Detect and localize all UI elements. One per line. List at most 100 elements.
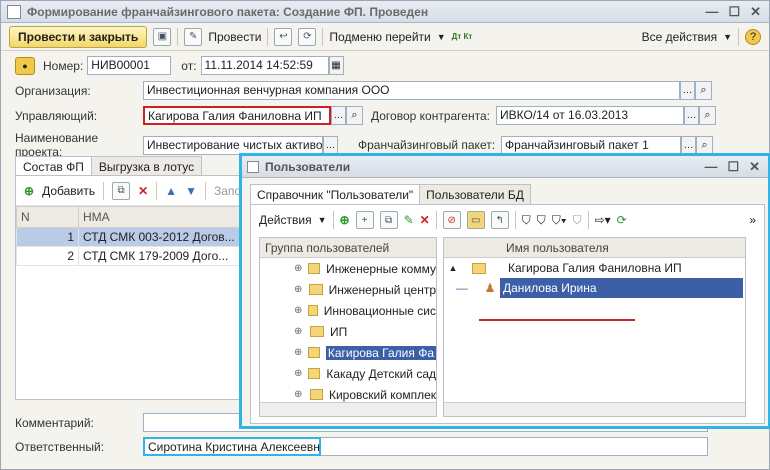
export-icon[interactable]: ⇨▾ — [595, 213, 611, 227]
tree-item[interactable]: ⊕ Инновационные сис — [260, 300, 436, 321]
close-icon[interactable]: ✕ — [749, 159, 760, 175]
expand-icon[interactable]: ⊕ — [294, 263, 302, 274]
help-icon[interactable]: ? — [745, 28, 761, 45]
add-button[interactable]: Добавить — [42, 184, 95, 198]
tree-item[interactable]: ⊕ ИП — [260, 321, 436, 342]
edit-icon[interactable]: ✎ — [404, 213, 414, 227]
maximize-icon[interactable]: ☐ — [728, 4, 740, 20]
refresh-doc-icon[interactable]: ⟳ — [298, 27, 317, 46]
search-icon[interactable]: ⌕ — [696, 135, 714, 155]
chevron-down-icon[interactable]: ▼ — [318, 215, 327, 225]
folder-view-icon[interactable]: ▭ — [466, 211, 485, 229]
doc-status-icon: ● — [15, 56, 35, 75]
post-icon[interactable]: ✎ — [184, 27, 203, 46]
expand-icon[interactable]: ⊕ — [294, 284, 303, 295]
more-icon[interactable]: » — [749, 213, 756, 227]
chevron-down-icon[interactable]: ▼ — [437, 32, 446, 42]
tab-users-catalog[interactable]: Справочник "Пользователи" — [250, 184, 421, 205]
close-icon[interactable]: ✕ — [750, 4, 761, 20]
minimize-icon[interactable]: — — [704, 159, 717, 175]
hierarchy-off-icon[interactable]: ⊘ — [442, 211, 461, 229]
tree-item-label: Инженерный центр — [328, 282, 436, 297]
project-field[interactable]: Инвестирование чистых активов о — [143, 135, 323, 155]
groups-header: Группа пользователей — [260, 238, 436, 258]
filter-value-icon[interactable]: ⛉ — [537, 213, 546, 228]
refresh-icon[interactable]: ⟳ — [617, 213, 627, 227]
select-icon[interactable]: … — [331, 106, 346, 125]
red-underline-annotation — [479, 319, 635, 321]
dt-kt-icon[interactable]: Дт Кт — [452, 32, 473, 41]
package-field[interactable]: Франчайзинговый пакет 1 — [501, 135, 682, 155]
chevron-down-icon[interactable]: ▼ — [723, 32, 732, 42]
filter-menu-icon[interactable]: ⛉▾ — [552, 213, 567, 228]
tree-item-label: Кировский комплек — [328, 387, 436, 402]
column-n[interactable]: N — [16, 206, 79, 228]
document-icon — [7, 4, 21, 19]
horizontal-scrollbar[interactable] — [260, 402, 436, 416]
expand-icon[interactable]: ⊕ — [294, 368, 302, 379]
delete-icon[interactable]: ✕ — [420, 213, 430, 227]
folder-icon — [309, 389, 323, 400]
go-submenu-button[interactable]: Подменю перейти — [329, 30, 430, 44]
select-icon[interactable]: … — [680, 81, 695, 100]
number-field[interactable]: НИВ00001 — [87, 56, 172, 75]
item-marker-icon: — — [456, 281, 468, 295]
level-up-icon[interactable]: ↰ — [490, 211, 509, 229]
select-icon[interactable]: … — [683, 106, 699, 125]
tab-composition[interactable]: Состав ФП — [15, 156, 92, 177]
maximize-icon[interactable]: ☐ — [727, 159, 739, 175]
all-actions-button[interactable]: Все действия — [642, 30, 717, 44]
horizontal-scrollbar[interactable] — [444, 402, 745, 416]
search-icon[interactable]: ⌕ — [695, 81, 712, 100]
search-icon[interactable]: ⌕ — [698, 106, 716, 125]
tree-item[interactable]: ⊕ Инженерный центр — [260, 279, 436, 300]
dialog-title: Пользователи — [265, 159, 351, 174]
date-field[interactable]: 11.11.2014 14:52:59 — [200, 56, 329, 75]
user-icon: ♟ — [484, 281, 496, 295]
expand-icon[interactable]: ⊕ — [294, 347, 302, 358]
add-icon[interactable]: ⊕ — [24, 184, 34, 198]
filter-clear-icon[interactable]: ⛉ — [573, 213, 582, 228]
folder-icon — [309, 284, 323, 295]
unpost-icon[interactable]: ↩ — [274, 27, 293, 46]
tree-item-label: Инженерные комму — [326, 261, 436, 276]
expand-icon[interactable]: ⊕ — [294, 389, 304, 400]
move-up-icon[interactable]: ▲ — [165, 184, 177, 198]
post-button[interactable]: Провести — [208, 30, 261, 44]
copy-icon[interactable]: ⧉ — [112, 181, 131, 200]
filter-icon[interactable]: ⛉ — [522, 213, 531, 228]
organization-field[interactable]: Инвестиционная венчурная компания ООО — [143, 81, 680, 100]
window-title: Формирование франчайзингового пакета: Со… — [27, 4, 429, 19]
fill-button[interactable]: Запо — [214, 184, 241, 198]
tree-item[interactable]: ⊕ Какаду Детский сад — [260, 363, 436, 384]
expand-icon[interactable]: ⊕ — [294, 326, 304, 337]
actions-menu[interactable]: Действия — [259, 213, 312, 227]
search-icon[interactable]: ⌕ — [346, 106, 363, 125]
select-icon[interactable]: … — [681, 135, 697, 155]
main-toolbar: Провести и закрыть ▣ ✎ Провести ↩ ⟳ Подм… — [1, 23, 769, 51]
save-icon[interactable]: ▣ — [153, 27, 172, 46]
tree-item[interactable]: ⊕ Инженерные комму — [260, 258, 436, 279]
move-down-icon[interactable]: ▼ — [185, 184, 197, 198]
select-icon[interactable]: … — [323, 135, 338, 155]
add-folder-icon[interactable]: + — [355, 211, 374, 229]
expand-icon[interactable]: ⊕ — [294, 305, 302, 316]
parent-group-row[interactable]: ▲ Кагирова Галия Фаниловна ИП — [444, 258, 745, 278]
tab-db-users[interactable]: Пользователи БД — [419, 184, 531, 205]
user-row[interactable]: — ♟ Данилова Ирина — [444, 278, 745, 298]
delete-icon[interactable]: ✕ — [138, 184, 148, 198]
tab-export-lotus[interactable]: Выгрузка в лотус — [90, 156, 203, 177]
calendar-icon[interactable]: ▦ — [328, 56, 344, 75]
copy-icon[interactable]: ⧉ — [379, 211, 398, 229]
responsible-field[interactable]: Сиротина Кристина Алексеевна — [143, 437, 321, 456]
window-icon — [247, 160, 259, 173]
organization-label: Организация: — [15, 83, 91, 98]
post-and-close-button[interactable]: Провести и закрыть — [9, 25, 148, 48]
tree-item-label: Какаду Детский сад — [326, 366, 436, 381]
groups-list: ⊕ Инженерные комму ⊕ Инженерный центр ⊕ Иннов… — [260, 258, 436, 416]
add-icon[interactable]: ⊕ — [340, 213, 350, 227]
tree-item[interactable]: ⊕ Кагирова Галия Фа — [260, 342, 436, 363]
contract-field[interactable]: ИВКО/14 от 16.03.2013 — [495, 106, 684, 125]
manager-field[interactable]: Кагирова Галия Фаниловна ИП — [143, 106, 331, 125]
minimize-icon[interactable]: — — [705, 4, 718, 20]
